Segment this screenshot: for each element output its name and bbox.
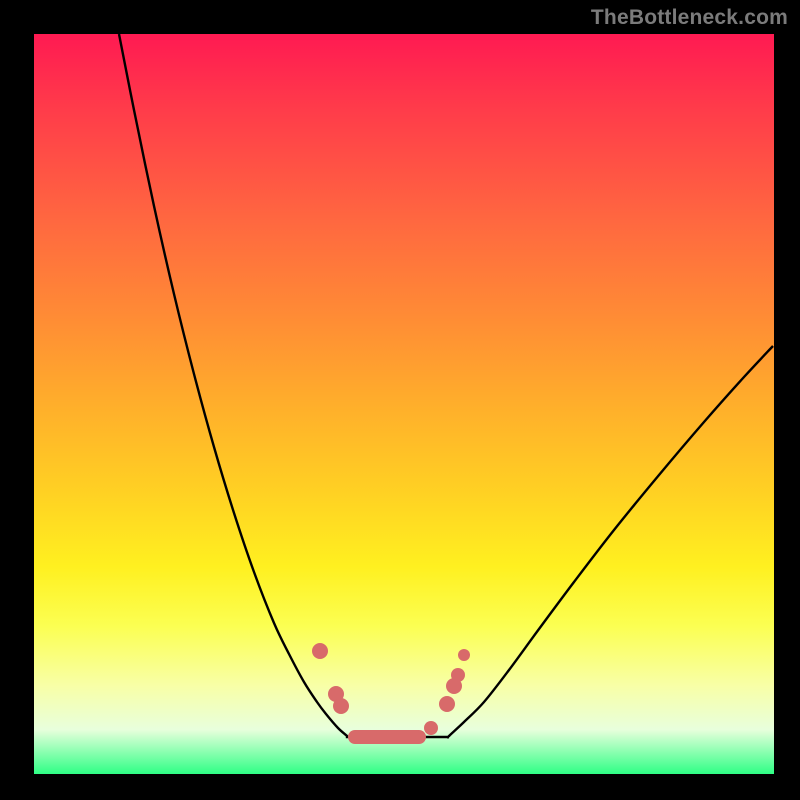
marker-dot (458, 649, 470, 661)
chart-frame: TheBottleneck.com (0, 0, 800, 800)
watermark-text: TheBottleneck.com (591, 6, 788, 30)
bottleneck-curve (34, 34, 774, 774)
curve-right-branch (448, 346, 773, 737)
plot-area (34, 34, 774, 774)
marker-dot (312, 643, 328, 659)
marker-dot (333, 698, 349, 714)
marker-dot (439, 696, 455, 712)
marker-dots-group (312, 643, 470, 735)
curve-left-branch (119, 34, 449, 737)
marker-dot (451, 668, 465, 682)
marker-dot (424, 721, 438, 735)
marker-bottom-blob (348, 730, 426, 744)
